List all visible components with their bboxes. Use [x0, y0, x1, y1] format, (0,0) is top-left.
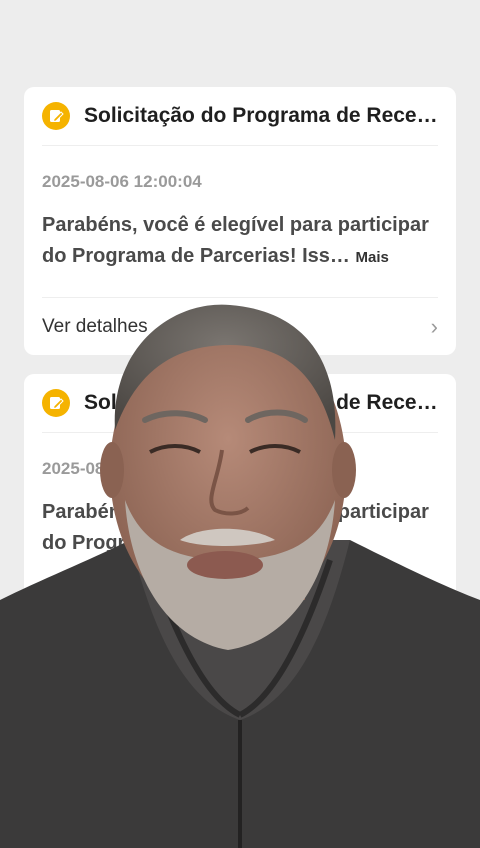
card-title: Solicitação do Programa de Receit…	[84, 391, 438, 414]
card-timestamp: 2025-08-06 12:00:04	[42, 172, 202, 191]
details-label: Ver detalhes	[42, 603, 148, 624]
details-label: Ver detalhes	[42, 316, 148, 337]
card-body: Parabéns, você é elegível para participa…	[42, 497, 438, 559]
notification-card[interactable]: Solicitação do Programa de Receit… 2025-…	[24, 374, 456, 674]
more-link[interactable]: Mais	[355, 249, 388, 266]
card-body-text: Parabéns, você é elegível para participa…	[42, 501, 429, 554]
card-header: Solicitação do Programa de Receit…	[42, 374, 438, 433]
details-row[interactable]: Ver detalhes ›	[42, 584, 438, 643]
card-timestamp: 2025-08-06 12:00:04	[42, 459, 202, 478]
chevron-right-icon: ›	[430, 601, 438, 626]
chevron-right-icon: ›	[430, 314, 438, 339]
edit-note-icon	[42, 389, 70, 417]
card-body: Parabéns, você é elegível para participa…	[42, 210, 438, 272]
edit-note-icon	[42, 102, 70, 130]
details-row[interactable]: Ver detalhes ›	[42, 297, 438, 356]
notification-card[interactable]: Solicitação do Programa de Receit… 2025-…	[24, 87, 456, 355]
card-title: Solicitação do Programa de Receit…	[84, 104, 438, 127]
card-header: Solicitação do Programa de Receit…	[42, 87, 438, 146]
